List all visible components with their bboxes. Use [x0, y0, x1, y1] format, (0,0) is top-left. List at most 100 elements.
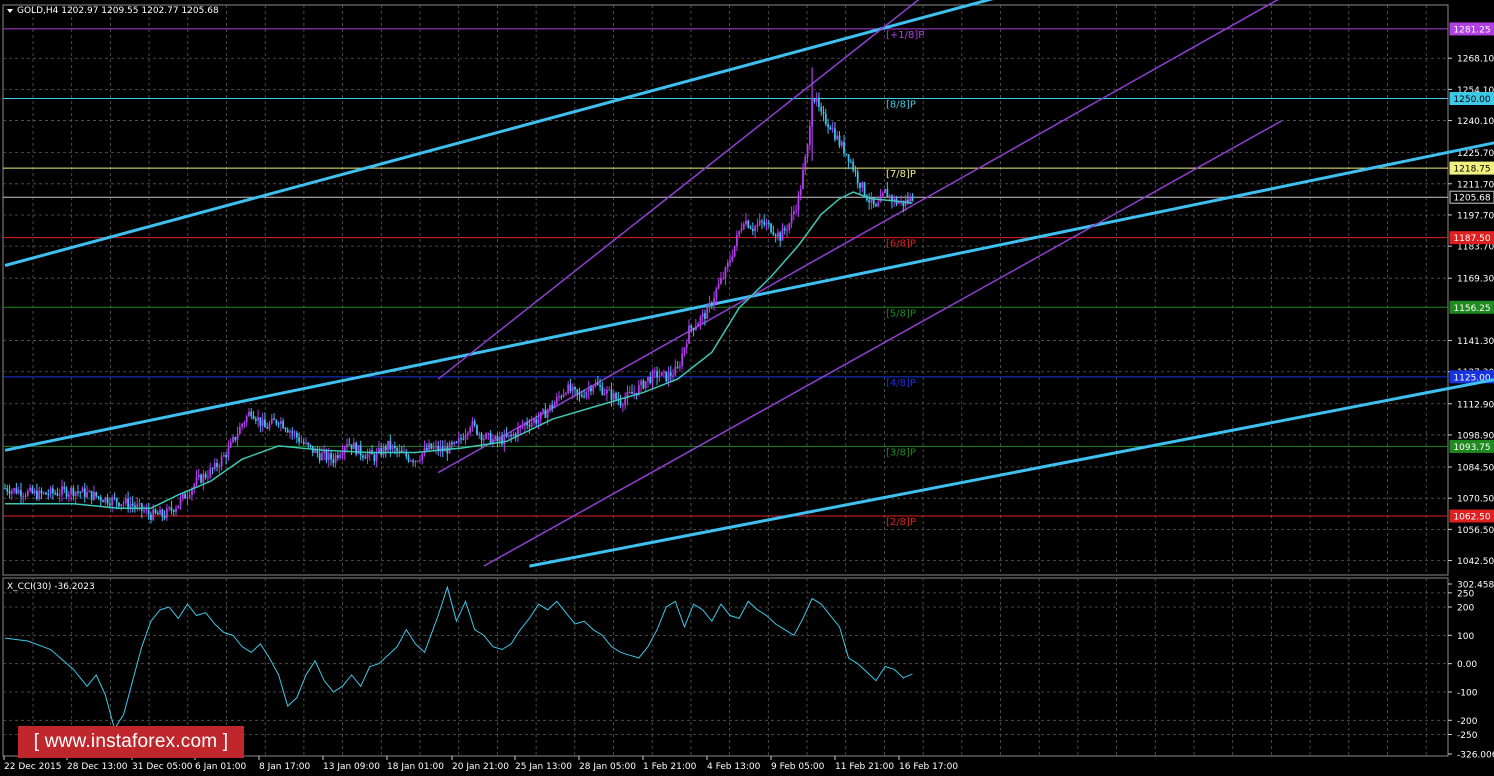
candle-body	[710, 302, 713, 306]
candle-body	[692, 328, 695, 331]
candle-body	[578, 393, 581, 395]
candle-body	[576, 389, 579, 394]
candle-body	[767, 223, 770, 225]
candle-body	[147, 509, 150, 515]
candle-body	[802, 170, 804, 189]
candle-body	[61, 486, 63, 495]
level-label: [6/8]P	[886, 239, 916, 250]
candle-body	[840, 141, 843, 146]
time-axis-label: 28 Dec 13:00	[67, 762, 128, 772]
candle-body	[286, 429, 289, 433]
candle-body	[765, 223, 768, 225]
candle-body	[218, 466, 221, 468]
candle-body	[380, 448, 383, 456]
candle-body	[859, 182, 861, 188]
candle-body	[341, 452, 344, 455]
candle-body	[466, 432, 469, 436]
candle-body	[489, 433, 492, 444]
candle-body	[131, 503, 134, 506]
candle-body	[663, 371, 665, 373]
time-axis-label: 28 Jan 05:00	[579, 762, 636, 772]
candle-body	[279, 421, 282, 425]
candle-body	[216, 462, 218, 467]
candle-body	[770, 223, 772, 233]
candle-body	[674, 366, 677, 376]
candle-body	[699, 316, 702, 324]
time-axis-label: 13 Jan 09:00	[323, 762, 380, 772]
candle-body	[596, 383, 599, 385]
candle-body	[510, 434, 513, 437]
candle-body	[40, 490, 43, 494]
candle-body	[350, 444, 353, 450]
cci-tick-label: 250	[1457, 589, 1474, 599]
candle-body	[526, 422, 529, 426]
candle-body	[357, 445, 360, 455]
candle-body	[24, 495, 27, 497]
level-label: [7/8]P	[886, 169, 916, 180]
candle-body	[911, 196, 914, 202]
candle-body	[843, 141, 845, 154]
candle-body	[453, 441, 456, 445]
candle-body	[243, 422, 246, 425]
candle-body	[163, 516, 166, 518]
candle-body	[172, 510, 175, 513]
candle-body	[300, 441, 303, 443]
candle-body	[749, 227, 752, 229]
candle-body	[834, 128, 836, 140]
candle-body	[653, 371, 656, 373]
candle-body	[186, 496, 189, 499]
candle-body	[745, 220, 747, 225]
candle-body	[334, 455, 337, 463]
candle-body	[460, 438, 462, 440]
candle-body	[633, 392, 636, 394]
candle-body	[31, 487, 34, 493]
candle-body	[197, 474, 200, 478]
candle-body	[10, 490, 13, 494]
candle-body	[740, 228, 743, 232]
candle-body	[881, 192, 884, 196]
candle-body	[184, 493, 187, 499]
candle-body	[713, 298, 715, 306]
candle-body	[795, 210, 798, 212]
candle-body	[432, 447, 435, 449]
candle-body	[678, 366, 681, 368]
candle-body	[450, 442, 453, 445]
candle-body	[143, 510, 145, 512]
candle-body	[77, 491, 79, 493]
candle-body	[291, 431, 294, 433]
candle-body	[742, 224, 745, 229]
candle-body	[656, 371, 658, 378]
candle-body	[145, 509, 148, 511]
candle-body	[29, 487, 31, 491]
candle-body	[428, 443, 430, 450]
level-label: [3/8]P	[886, 447, 916, 458]
candle-body	[555, 396, 558, 403]
candle-body	[505, 434, 508, 437]
candle-body	[704, 313, 706, 319]
candle-body	[293, 432, 296, 434]
candle-body	[813, 99, 816, 102]
candle-body	[469, 427, 472, 433]
price-chart[interactable]: 1268.101254.101240.101225.701211.701197.…	[0, 0, 1494, 776]
candle-body	[624, 398, 627, 406]
candle-body	[170, 507, 173, 511]
time-axis-label: 1 Feb 21:00	[643, 762, 697, 772]
candle-body	[836, 135, 839, 140]
price-tick-label: 1197.70	[1457, 211, 1494, 221]
candle-body	[49, 488, 52, 495]
candle-body	[863, 182, 866, 196]
candle-body	[482, 438, 485, 441]
candle-body	[364, 457, 367, 459]
candle-body	[665, 371, 668, 382]
candle-body	[83, 488, 86, 498]
candle-body	[36, 490, 38, 500]
price-tick-label: 1141.30	[1457, 337, 1494, 347]
candle-body	[487, 433, 490, 435]
cci-tick-label: 100	[1457, 632, 1474, 642]
candle-body	[612, 393, 615, 400]
candle-body	[72, 488, 75, 496]
level-label: [+1/8]P	[886, 30, 924, 41]
candle-body	[222, 455, 225, 457]
candle-body	[102, 500, 104, 503]
level-label: [4/8]P	[886, 378, 916, 389]
